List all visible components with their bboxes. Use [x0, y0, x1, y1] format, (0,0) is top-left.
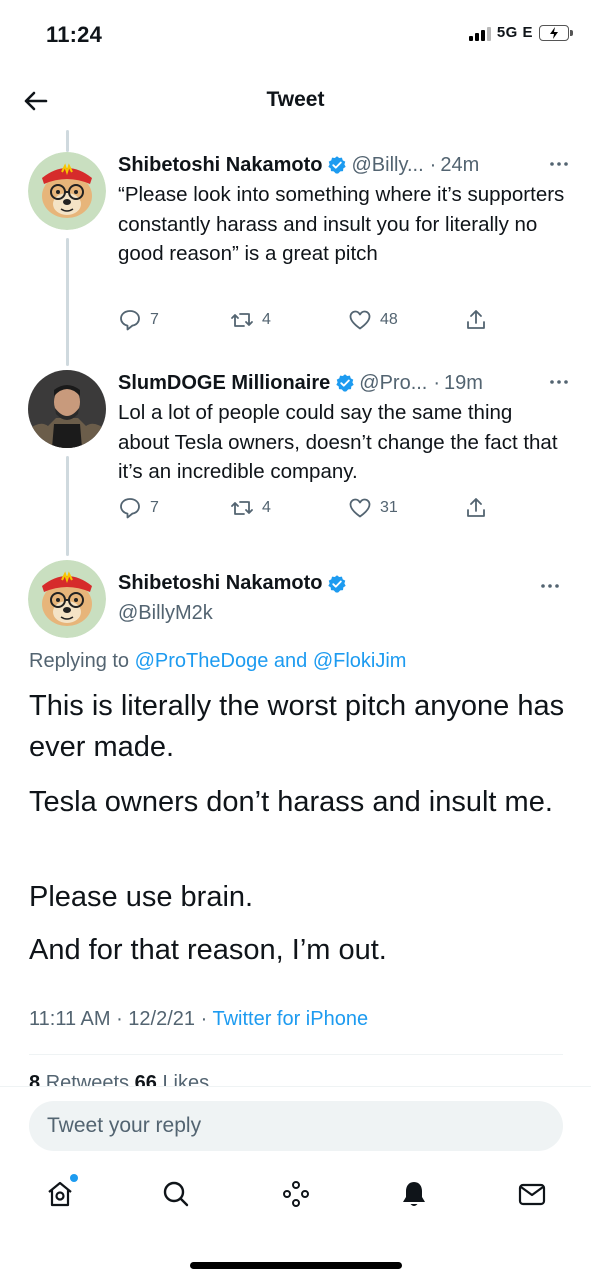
verified-badge-icon — [328, 574, 347, 593]
share-button[interactable] — [464, 496, 488, 520]
network-type: 5G E — [496, 24, 533, 41]
author-handle: @Billy... — [351, 153, 424, 176]
author-handle: @Pro... — [359, 371, 428, 394]
source-link[interactable]: Twitter for iPhone — [212, 1008, 368, 1030]
reply-button[interactable]: 7 — [118, 308, 159, 332]
tweet-header: SlumDOGE Millionaire @Pro... · 19m — [118, 370, 571, 396]
like-count: 48 — [380, 311, 398, 328]
retweet-count: 4 — [262, 499, 271, 516]
reply-count: 7 — [150, 311, 159, 328]
retweet-icon — [231, 501, 253, 515]
verified-badge-icon — [328, 156, 347, 174]
home-indicator — [190, 1262, 402, 1269]
retweet-count: 4 — [262, 311, 271, 328]
engagement-stats[interactable]: 8 Retweets 66 Likes — [29, 1072, 209, 1086]
tweet-actions: 7 4 48 — [118, 308, 498, 338]
divider — [29, 1054, 563, 1055]
tweet-actions: 7 4 31 — [118, 496, 498, 526]
more-options-icon[interactable] — [547, 372, 571, 392]
reply-icon — [120, 310, 140, 331]
reply-button[interactable]: 7 — [118, 496, 159, 520]
spaces-icon[interactable] — [280, 1178, 312, 1210]
reply-mention-link[interactable]: @ProTheDoge — [135, 650, 269, 672]
signal-icon — [468, 25, 491, 41]
like-count: 31 — [380, 499, 398, 516]
notification-dot — [70, 1174, 78, 1182]
status-time: 11:24 — [46, 22, 103, 47]
tweet-header: Shibetoshi Nakamoto @Billy... · 24m — [118, 152, 571, 178]
verified-badge-icon — [336, 374, 354, 392]
tweet-timestamp: 11:11 AM · 12/2/21 · Twitter for iPhone — [29, 1008, 369, 1030]
share-icon — [467, 310, 485, 329]
main-tweet-paragraph: Tesla owners don’t harass and insult me. — [29, 786, 553, 818]
main-tweet-paragraph: Please use brain. — [29, 881, 254, 913]
thread-tweet[interactable]: SlumDOGE Millionaire @Pro... · 19m Lol a… — [0, 370, 591, 540]
retweet-icon — [231, 313, 253, 327]
notifications-icon[interactable] — [398, 1178, 430, 1210]
home-icon[interactable] — [44, 1174, 78, 1210]
main-author-handle[interactable]: @BillyM2k — [118, 602, 213, 625]
main-tweet-avatar[interactable] — [28, 560, 106, 638]
like-button[interactable]: 31 — [348, 496, 398, 520]
retweet-button[interactable]: 4 — [230, 496, 271, 520]
author-name[interactable]: Shibetoshi Nakamoto — [118, 154, 322, 177]
more-options-icon[interactable] — [538, 576, 562, 596]
search-icon[interactable] — [160, 1178, 192, 1210]
thread-line — [66, 130, 69, 152]
main-author-name-row: Shibetoshi Nakamoto — [118, 572, 351, 595]
status-bar: 11:24 5G E — [0, 0, 591, 70]
heart-icon — [349, 310, 371, 330]
share-icon — [467, 498, 485, 517]
tweet-time: 24m — [440, 153, 480, 176]
reply-count: 7 — [150, 499, 159, 516]
share-button[interactable] — [464, 308, 488, 332]
like-button[interactable]: 48 — [348, 308, 398, 332]
avatar[interactable] — [28, 370, 106, 448]
header: Tweet — [0, 70, 591, 130]
tweet-text: Lol a lot of people could say the same t… — [118, 401, 558, 483]
more-options-icon[interactable] — [547, 154, 571, 174]
tweet-text: “Please look into something where it’s s… — [118, 183, 565, 265]
messages-icon[interactable] — [516, 1178, 548, 1210]
author-name[interactable]: SlumDOGE Millionaire — [118, 372, 330, 395]
avatar[interactable] — [28, 152, 106, 230]
battery-icon — [539, 24, 573, 41]
main-author-name[interactable]: Shibetoshi Nakamoto — [118, 572, 322, 595]
reply-icon — [120, 498, 140, 519]
tweet-time: 19m — [444, 371, 483, 394]
heart-icon — [349, 498, 371, 518]
thread-tweet[interactable]: Shibetoshi Nakamoto @Billy... · 24m “Ple… — [0, 152, 591, 352]
status-indicators: 5G E — [468, 24, 573, 41]
main-tweet-paragraph: And for that reason, I’m out. — [29, 934, 387, 966]
retweet-button[interactable]: 4 — [230, 308, 271, 332]
main-tweet-paragraph: This is literally the worst pitch anyone… — [29, 690, 565, 763]
page-title: Tweet — [266, 88, 325, 111]
reply-input[interactable]: Tweet your reply — [29, 1101, 563, 1151]
replying-to: Replying to @ProTheDoge and @FlokiJim — [29, 650, 407, 672]
reply-bar: Tweet your reply — [0, 1086, 591, 1166]
tab-bar — [0, 1166, 591, 1236]
reply-mention-link[interactable]: @FlokiJim — [313, 650, 407, 672]
